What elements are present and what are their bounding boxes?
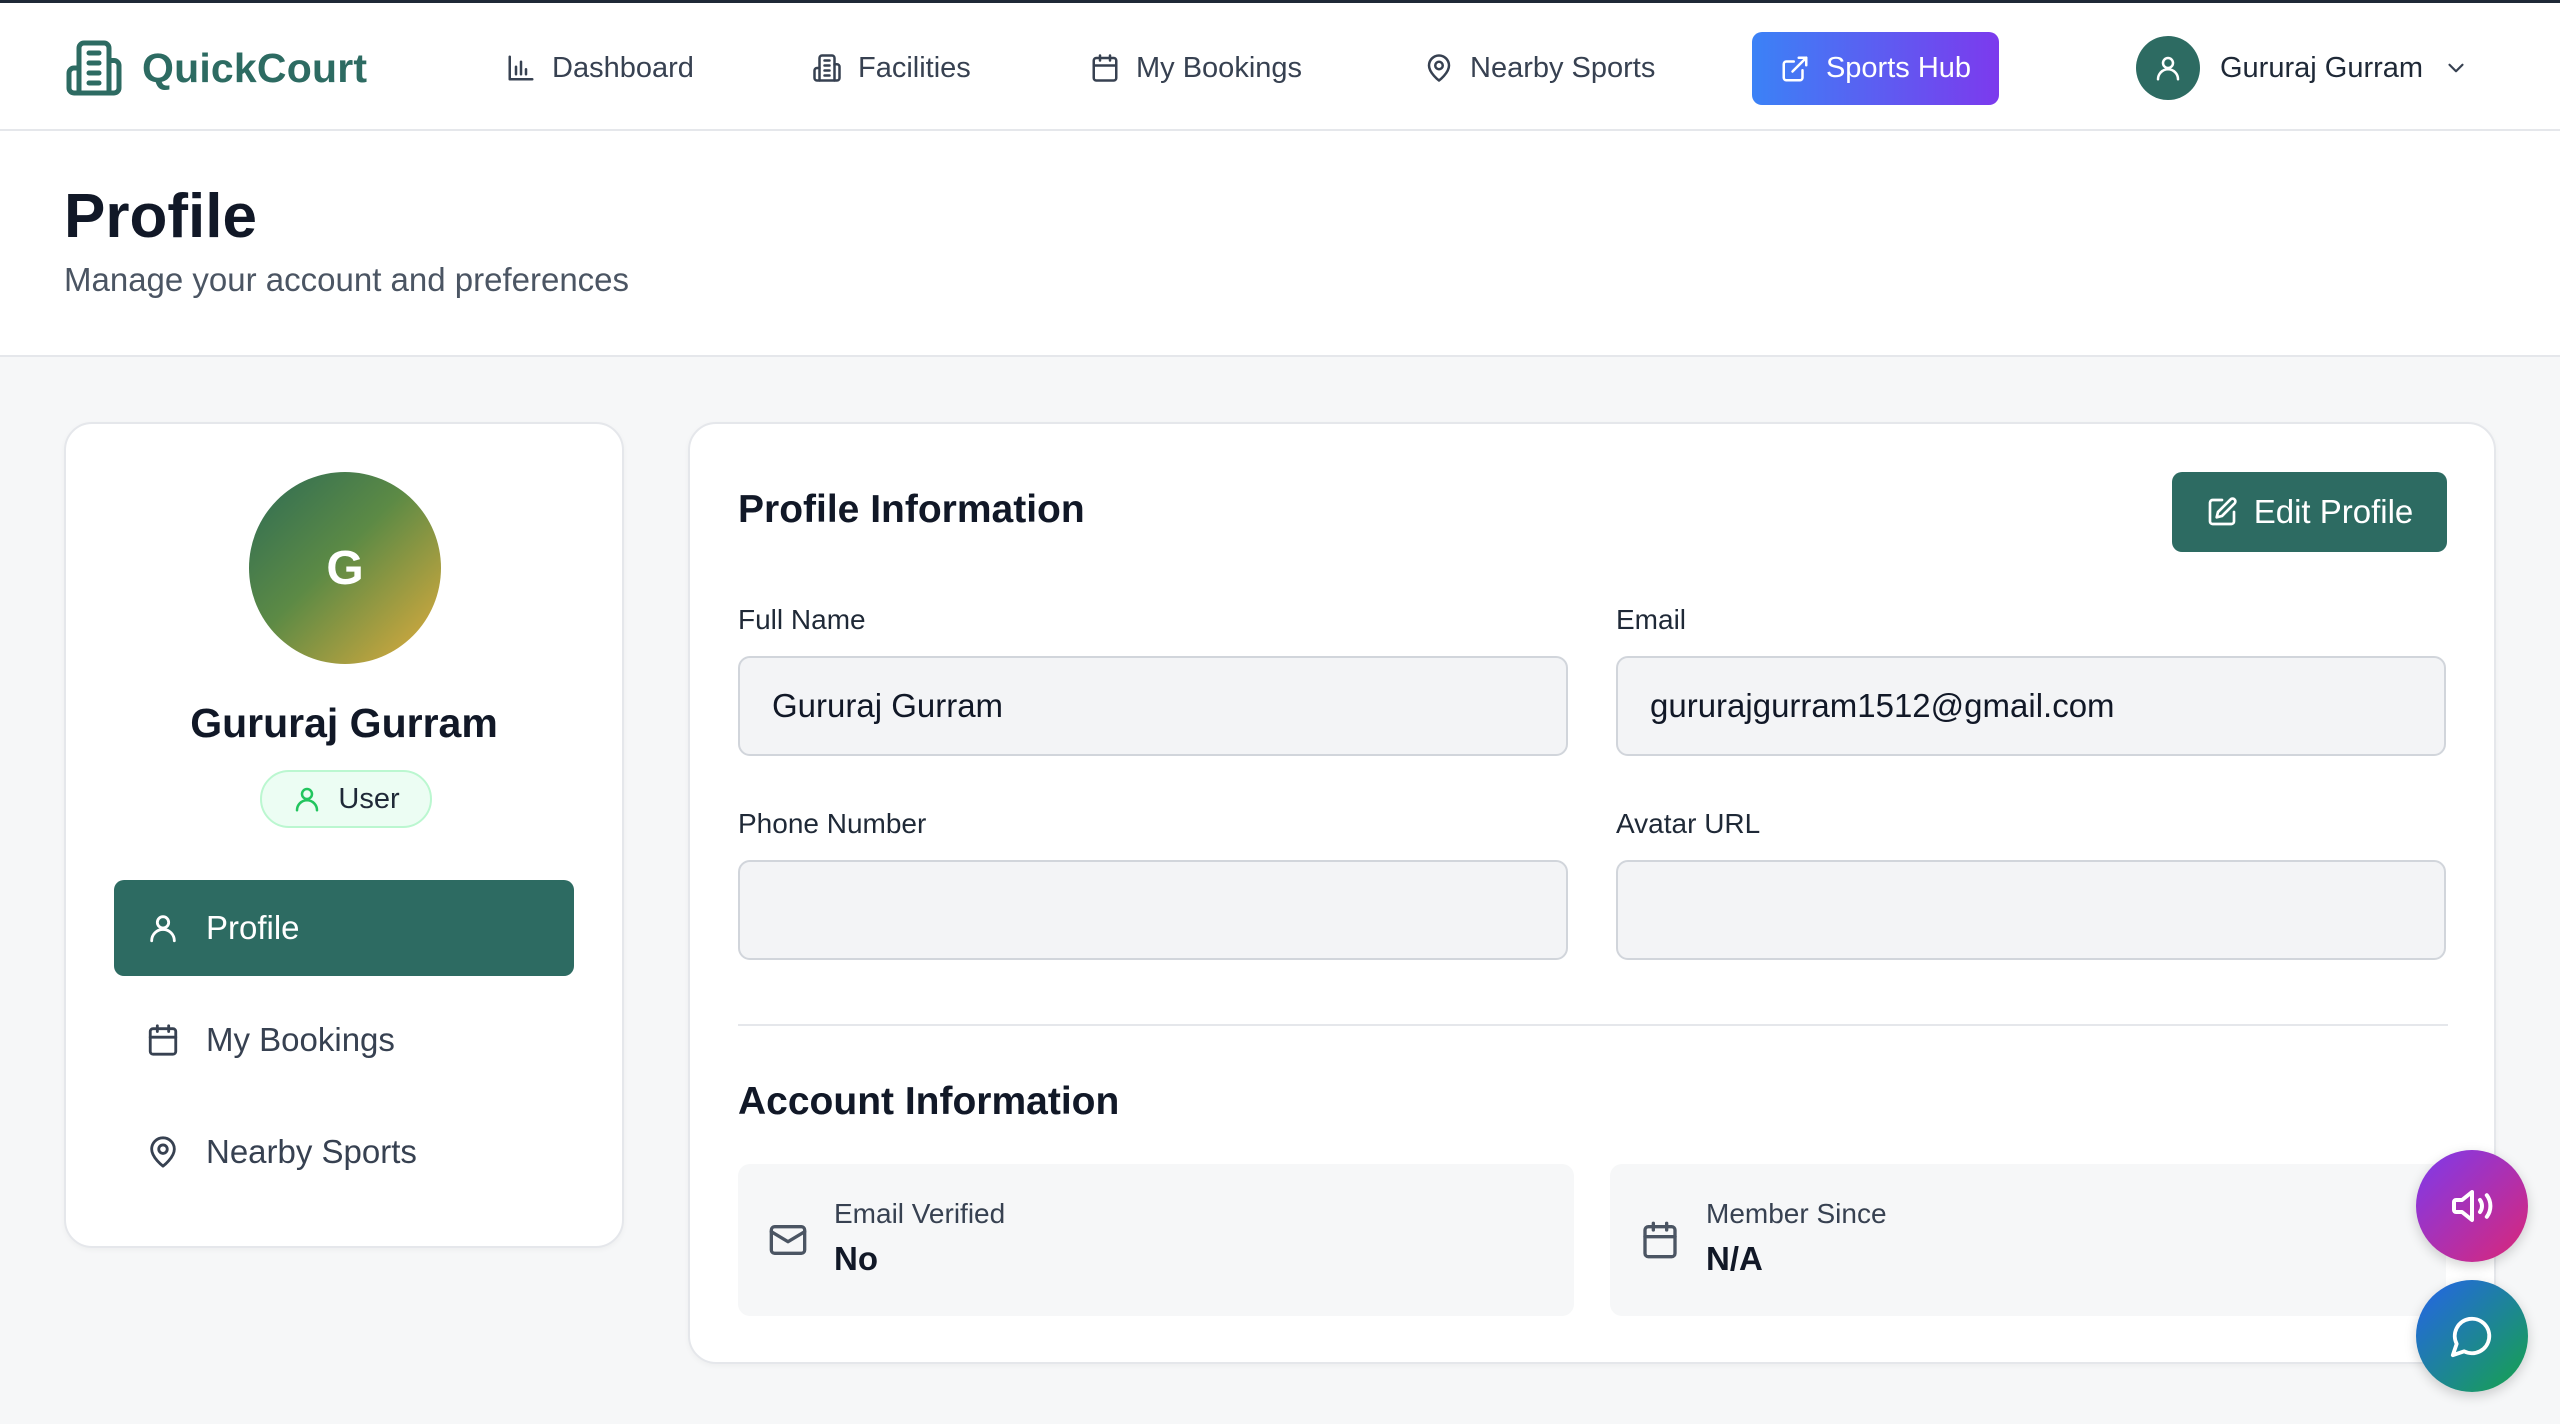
user-icon — [2153, 53, 2183, 83]
member-since-value: N/A — [1706, 1240, 1763, 1277]
chat-button[interactable] — [2416, 1280, 2528, 1392]
phone-number-label: Phone Number — [738, 808, 927, 839]
email-verified-label: Email Verified — [834, 1198, 1006, 1229]
speaker-icon — [2448, 1182, 2496, 1230]
email-verified-value: No — [834, 1240, 878, 1277]
section-divider — [738, 1024, 2448, 1026]
avatar-url-label: Avatar URL — [1616, 808, 1761, 839]
avatar — [2136, 36, 2200, 100]
user-menu-name: Gururaj Gurram — [2220, 51, 2424, 84]
nav-facilities[interactable]: Facilities — [812, 37, 971, 99]
profile-information-card: Profile Information Edit Profile Full Na… — [688, 422, 2496, 1364]
nav-nearby-sports[interactable]: Nearby Sports — [1424, 37, 1655, 99]
sidebar-item-label: My Bookings — [206, 1021, 395, 1058]
nav-my-bookings[interactable]: My Bookings — [1090, 37, 1302, 99]
profile-name: Gururaj Gurram — [190, 700, 498, 746]
email-verified-tile: Email Verified No — [738, 1164, 1574, 1316]
avatar-url-field[interactable] — [1616, 860, 2446, 960]
nav-dashboard-label: Dashboard — [552, 51, 694, 84]
nav-facilities-label: Facilities — [858, 51, 971, 84]
sidebar-item-profile[interactable]: Profile — [114, 880, 574, 976]
avatar-initial: G — [326, 541, 364, 595]
user-icon — [146, 911, 206, 945]
user-icon — [292, 784, 338, 814]
audio-assistant-button[interactable] — [2416, 1150, 2528, 1262]
profile-avatar: G — [249, 472, 441, 664]
edit-icon — [2206, 496, 2254, 528]
page-title: Profile — [64, 182, 257, 251]
edit-profile-label: Edit Profile — [2253, 493, 2414, 530]
profile-information-title: Profile Information — [738, 488, 1085, 531]
member-since-label: Member Since — [1706, 1198, 1887, 1229]
building-icon — [812, 53, 858, 83]
email-field[interactable] — [1616, 656, 2446, 756]
chevron-down-icon — [2443, 55, 2469, 81]
full-name-field[interactable] — [738, 656, 1568, 756]
sports-hub-button[interactable]: Sports Hub — [1752, 32, 1999, 105]
sports-hub-label: Sports Hub — [1825, 52, 1972, 84]
message-circle-icon — [2449, 1313, 2495, 1359]
sidebar-item-nearby-sports[interactable]: Nearby Sports — [114, 1104, 574, 1200]
brand-name: QuickCourt — [142, 44, 368, 91]
account-information-title: Account Information — [738, 1080, 1120, 1123]
calendar-icon — [146, 1023, 206, 1057]
bar-chart-icon — [506, 53, 552, 83]
sidebar-item-label: Profile — [206, 909, 300, 946]
profile-sidebar-card: G Gururaj Gurram User Profile My Booking… — [64, 422, 624, 1248]
calendar-icon — [1640, 1220, 1680, 1260]
nav-my-bookings-label: My Bookings — [1136, 51, 1303, 84]
role-label: User — [338, 782, 400, 815]
page-header: Profile Manage your account and preferen… — [0, 131, 2560, 357]
map-pin-icon — [146, 1135, 206, 1169]
user-menu[interactable]: Gururaj Gurram — [2136, 36, 2469, 100]
role-badge: User — [260, 770, 432, 828]
brand-logo[interactable]: QuickCourt — [64, 36, 367, 100]
mail-icon — [768, 1220, 808, 1260]
full-name-label: Full Name — [738, 604, 866, 635]
building-logo-icon — [64, 37, 124, 99]
sidebar-item-label: Nearby Sports — [206, 1133, 417, 1170]
member-since-tile: Member Since N/A — [1610, 1164, 2446, 1316]
calendar-icon — [1090, 53, 1136, 83]
sidebar-item-my-bookings[interactable]: My Bookings — [114, 992, 574, 1088]
page-subtitle: Manage your account and preferences — [64, 261, 630, 298]
top-navigation: QuickCourt Dashboard Facilities My Booki… — [0, 0, 2560, 131]
nav-nearby-sports-label: Nearby Sports — [1470, 51, 1656, 84]
map-pin-icon — [1424, 53, 1470, 83]
phone-number-field[interactable] — [738, 860, 1568, 960]
edit-profile-button[interactable]: Edit Profile — [2172, 472, 2447, 552]
nav-dashboard[interactable]: Dashboard — [506, 37, 694, 99]
external-link-icon — [1780, 54, 1826, 84]
email-label: Email — [1616, 604, 1687, 635]
